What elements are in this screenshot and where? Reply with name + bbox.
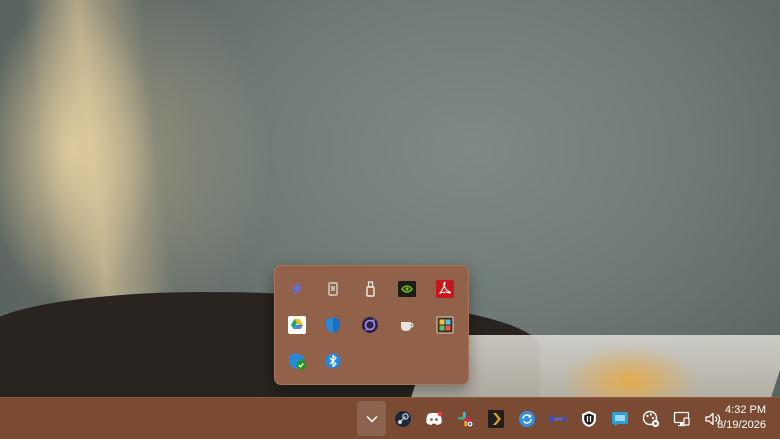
plex-icon[interactable] [481,401,510,436]
sync-app-icon[interactable] [358,313,382,337]
chat-app-icon[interactable] [605,401,634,436]
bitdefender-shield-icon[interactable] [574,401,603,436]
tray-overflow-flyout [274,265,469,385]
show-hidden-icons-button[interactable] [357,401,386,436]
color-wheel-settings-icon[interactable] [636,401,665,436]
link-app-icon[interactable] [543,401,572,436]
network-icon[interactable] [667,401,696,436]
discord-icon[interactable] [419,401,448,436]
device-icon[interactable] [321,277,345,301]
clock-time: 4:32 PM [725,404,766,416]
chevron-down-icon [365,415,378,423]
nvidia-icon[interactable] [395,277,419,301]
wallpaper-light-streak [22,0,178,330]
clock-date: 8/19/2026 [717,419,766,431]
slack-icon[interactable] [450,401,479,436]
sync-circle-icon[interactable] [512,401,541,436]
coffee-cup-icon[interactable] [395,313,419,337]
display-settings-icon[interactable] [433,313,457,337]
defender-shield-check-icon[interactable] [285,349,309,373]
google-drive-icon[interactable] [285,313,309,337]
bluetooth-icon[interactable] [321,349,345,373]
wallpaper-glow [560,345,700,397]
adobe-acrobat-icon[interactable] [433,277,457,301]
taskbar: 4:32 PM 8/19/2026 [0,397,780,439]
power-automate-icon[interactable] [285,277,309,301]
steam-icon[interactable] [388,401,417,436]
system-tray [356,398,728,439]
windows-security-icon[interactable] [321,313,345,337]
usb-drive-icon[interactable] [358,277,382,301]
taskbar-clock[interactable]: 4:32 PM 8/19/2026 [717,403,766,433]
